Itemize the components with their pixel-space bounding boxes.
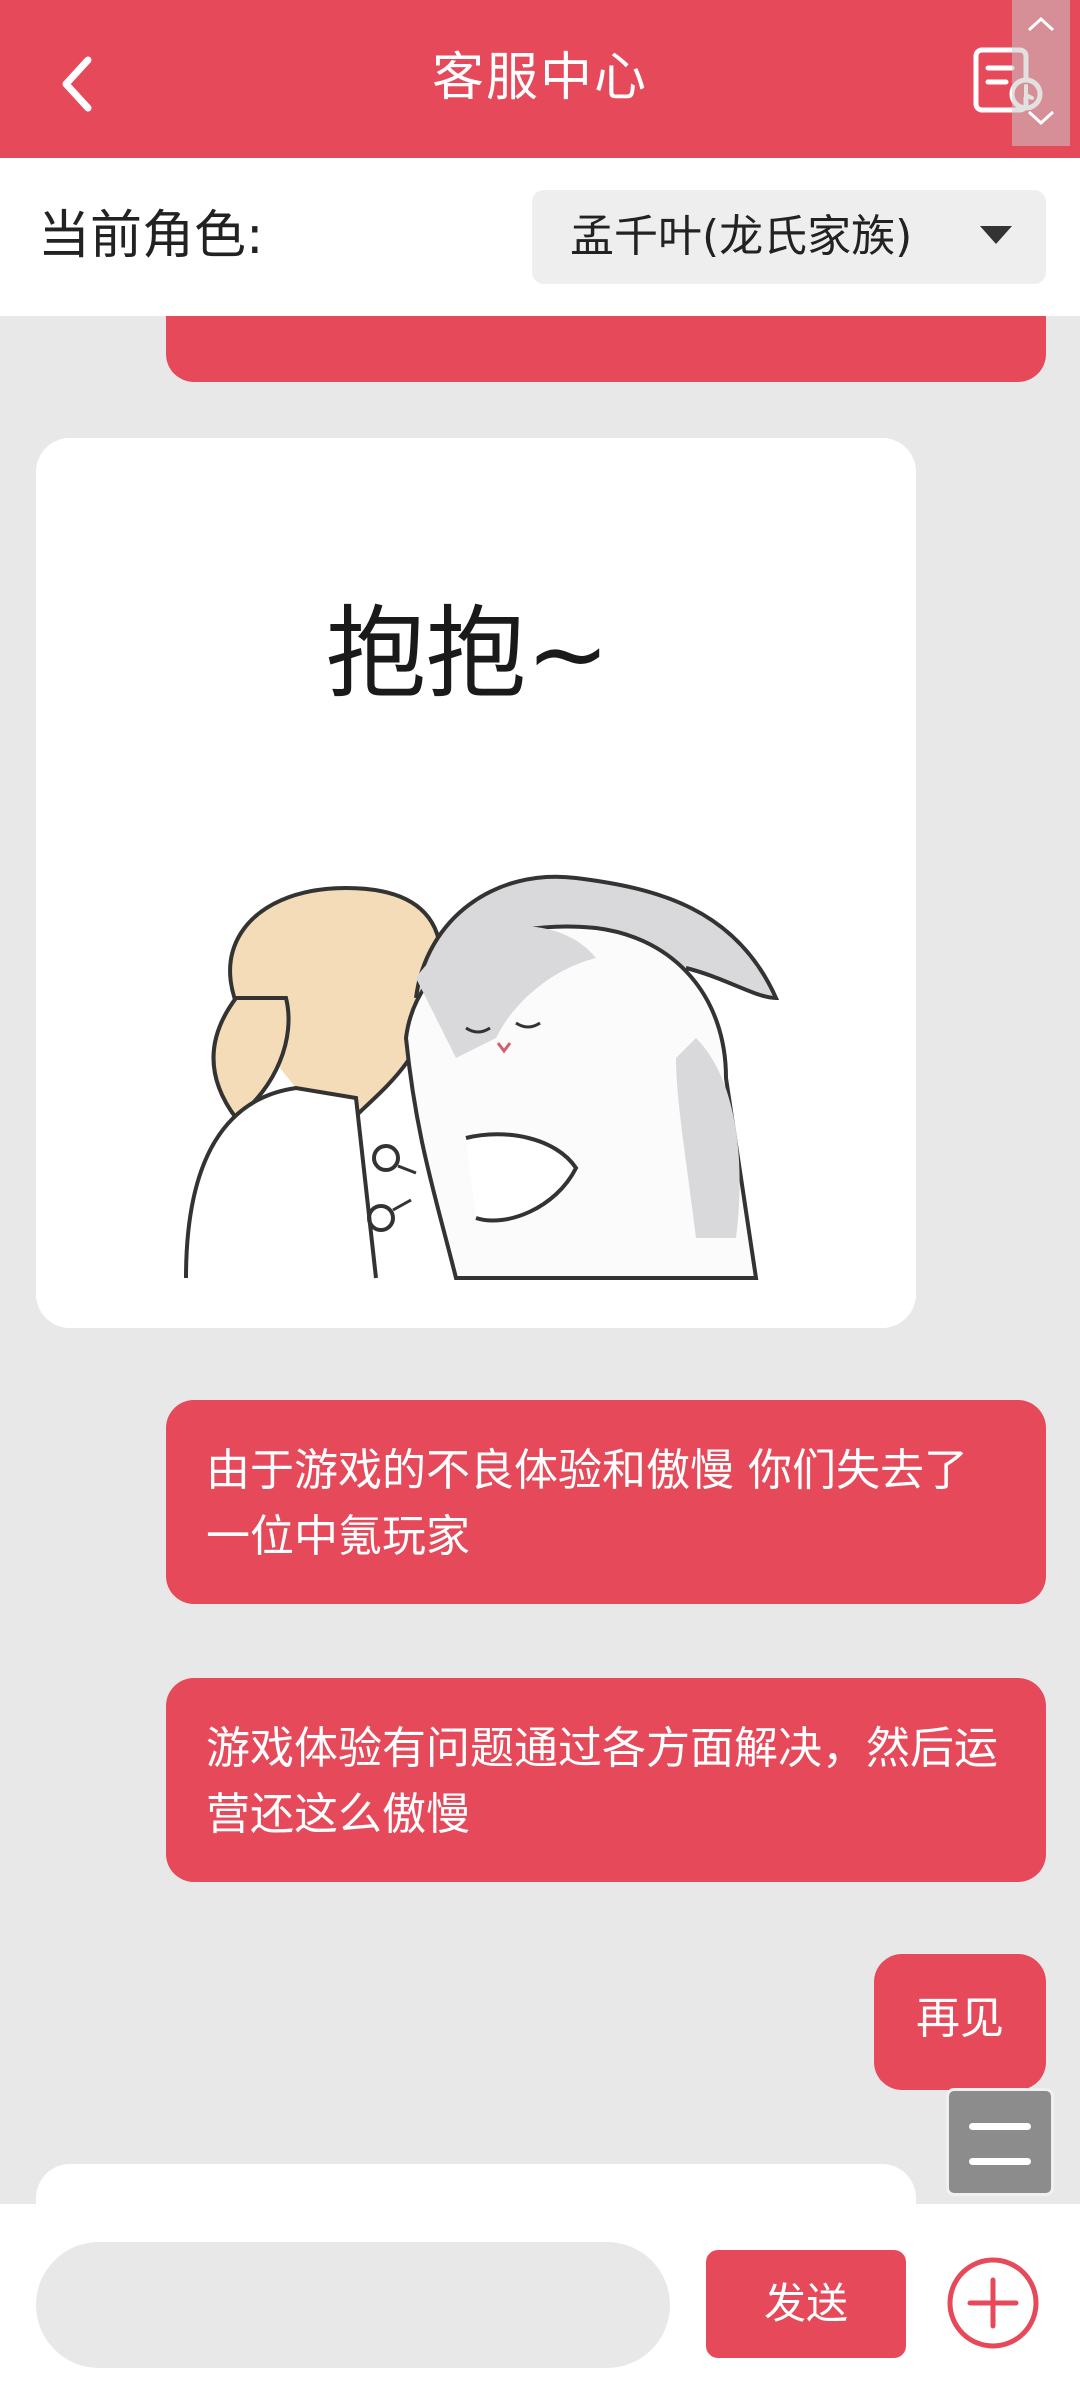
message-bubble-partial bbox=[166, 316, 1046, 382]
send-button[interactable]: 发送 bbox=[706, 2250, 906, 2358]
sticker-caption: 抱抱~ bbox=[326, 595, 610, 712]
scroll-arrows[interactable] bbox=[1012, 0, 1070, 146]
plus-circle-icon bbox=[947, 2257, 1039, 2349]
message-bubble[interactable]: 再见 bbox=[874, 1954, 1046, 2090]
menu-line bbox=[969, 2123, 1031, 2130]
menu-line bbox=[969, 2158, 1031, 2165]
plus-button[interactable] bbox=[946, 2256, 1040, 2350]
role-select[interactable]: 孟千叶(龙氏家族) bbox=[532, 190, 1046, 284]
message-bubble[interactable]: 由于游戏的不良体验和傲慢 你们失去了一位中氪玩家 bbox=[166, 1400, 1046, 1604]
role-select-value: 孟千叶(龙氏家族) bbox=[570, 211, 913, 262]
hug-sticker-image: 抱抱~ bbox=[36, 438, 916, 1328]
chevron-up-icon bbox=[1027, 16, 1055, 32]
message-bubble[interactable]: 游戏体验有问题通过各方面解决，然后运营还这么傲慢 bbox=[166, 1678, 1046, 1882]
message-input[interactable] bbox=[36, 2242, 670, 2368]
chevron-down-icon bbox=[1027, 110, 1055, 126]
composer-bar: 发送 bbox=[0, 2204, 1080, 2400]
caret-down-icon bbox=[980, 226, 1012, 244]
page-title: 客服中心 bbox=[431, 48, 648, 108]
sticker-image[interactable]: 抱抱~ bbox=[36, 438, 916, 1328]
header-bar: 客服中心 bbox=[0, 0, 1080, 158]
chat-area[interactable]: 抱抱~ 由于游戏的不良体验和傲慢 你们失去了一位中氪玩家 游戏体验有问题通过各方… bbox=[0, 316, 1080, 2204]
role-label: 当前角色: bbox=[38, 206, 264, 266]
menu-button[interactable] bbox=[946, 2088, 1054, 2196]
incoming-message-partial bbox=[36, 2164, 916, 2204]
